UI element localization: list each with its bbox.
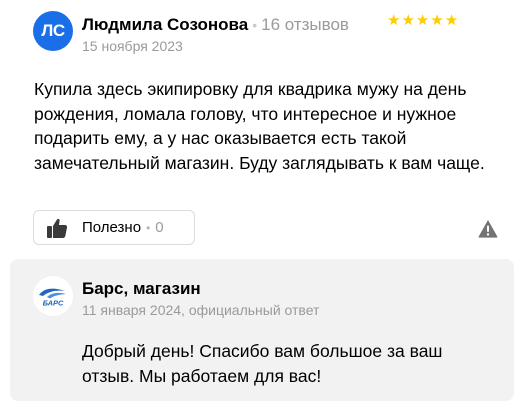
report-warning-icon[interactable] [478, 219, 498, 238]
star-icon: ★ [415, 12, 430, 29]
separator-dot: • [252, 17, 258, 33]
bars-logo-icon: БАРС [39, 288, 66, 308]
reply-text: Добрый день! Спасибо вам большое за ваш … [82, 341, 443, 386]
business-reply: БАРС Барс, магазин 11 января 2024, офици… [10, 259, 514, 401]
star-icon: ★ [401, 12, 415, 29]
rating-stars: ★ ★ ★ ★ ★ [387, 12, 458, 30]
reply-meta: 11 января 2024, официальный ответ [82, 302, 320, 318]
logo-text: БАРС [43, 299, 64, 308]
author-line: Людмила Созонова • 16 отзывов [82, 13, 349, 37]
author-name[interactable]: Людмила Созонова [82, 15, 248, 35]
star-icon: ★ [444, 12, 459, 29]
thumbs-up-icon [46, 217, 68, 239]
shop-name[interactable]: Барс, магазин [82, 279, 201, 299]
author-review-count: 16 отзывов [261, 15, 349, 34]
star-icon: ★ [430, 12, 444, 29]
author-avatar[interactable]: ЛС [33, 11, 73, 51]
review-text: Купила здесь экипировку для квадрика муж… [34, 79, 485, 173]
useful-separator: • [146, 220, 151, 235]
useful-label: Полезно [82, 219, 142, 236]
shop-logo[interactable]: БАРС [33, 276, 73, 316]
useful-count: 0 [155, 219, 164, 236]
star-icon: ★ [387, 12, 401, 29]
useful-button[interactable]: Полезно • 0 [33, 210, 195, 245]
review-date: 15 ноября 2023 [82, 38, 183, 54]
avatar-initials: ЛС [41, 21, 65, 40]
